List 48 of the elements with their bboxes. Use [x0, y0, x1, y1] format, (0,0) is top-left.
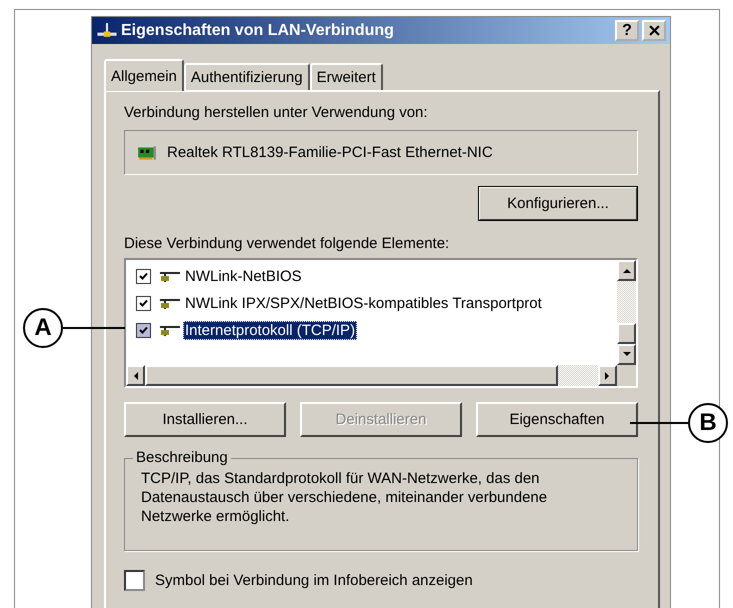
list-item[interactable]: NWLink-NetBIOS [183, 267, 304, 286]
arrow-up-icon [622, 268, 630, 273]
checkbox[interactable] [136, 296, 151, 311]
window-title: Eigenschaften von LAN-Verbindung [121, 22, 395, 40]
checkmark-icon [139, 272, 148, 281]
scrollbar-corner [617, 365, 636, 386]
leader-line [630, 422, 688, 424]
checkbox[interactable] [124, 570, 145, 591]
help-button[interactable]: ? [615, 20, 639, 41]
group-title: Beschreibung [133, 449, 231, 466]
list-item[interactable]: NWLink IPX/SPX/NetBIOS-kompatibles Transportprot [183, 294, 544, 313]
scroll-down-button[interactable] [617, 344, 636, 365]
description-text: TCP/IP, das Standardprotokoll für WAN-Netzwerke, das den Datenaustausch über verschiedene, miteinander verbundene Netzwerke ermöglicht. [141, 469, 548, 526]
network-card-icon [137, 144, 157, 160]
checkbox[interactable] [136, 269, 151, 284]
horizontal-scrollbar[interactable] [126, 365, 636, 386]
connect-using-label: Verbindung herstellen unter Verwendung von: [124, 104, 428, 121]
arrow-left-icon [133, 372, 138, 380]
checkmark-icon [139, 326, 148, 335]
arrow-down-icon [622, 352, 630, 357]
tab[interactable]: Authentifizierung [184, 63, 310, 90]
tab[interactable]: Allgemein [104, 59, 184, 91]
network-connection-icon [96, 22, 118, 39]
leader-line [63, 327, 125, 329]
callout-label: B [688, 403, 728, 443]
list-item[interactable]: Internetprotokoll (TCP/IP) [183, 321, 358, 340]
scroll-up-button[interactable] [617, 260, 636, 281]
protocol-icon [158, 270, 182, 284]
protocol-icon [158, 324, 182, 338]
scroll-thumb[interactable] [145, 365, 558, 386]
tab[interactable]: Erweitert [310, 63, 383, 90]
checkbox-label: Symbol bei Verbindung im Infobereich anzeigen [155, 572, 473, 589]
checkmark-icon [139, 299, 148, 308]
vertical-scrollbar[interactable] [617, 260, 636, 365]
scroll-left-button[interactable] [126, 365, 145, 386]
arrow-right-icon [605, 372, 610, 380]
checkbox[interactable] [136, 323, 151, 338]
protocol-icon [158, 296, 182, 310]
close-icon [648, 25, 660, 36]
scroll-thumb[interactable] [617, 323, 636, 344]
scroll-right-button[interactable] [598, 365, 617, 386]
action-button[interactable]: Installieren... [124, 402, 286, 437]
callout-label: A [23, 308, 63, 348]
components-label: Diese Verbindung verwendet folgende Elemente: [124, 235, 450, 252]
adapter-name: Realtek RTL8139-Familie-PCI-Fast Ethernet-NIC [167, 144, 493, 161]
action-button[interactable]: Eigenschaften [476, 402, 638, 437]
configure-button[interactable]: Konfigurieren... [478, 186, 638, 221]
close-button[interactable] [642, 20, 666, 41]
